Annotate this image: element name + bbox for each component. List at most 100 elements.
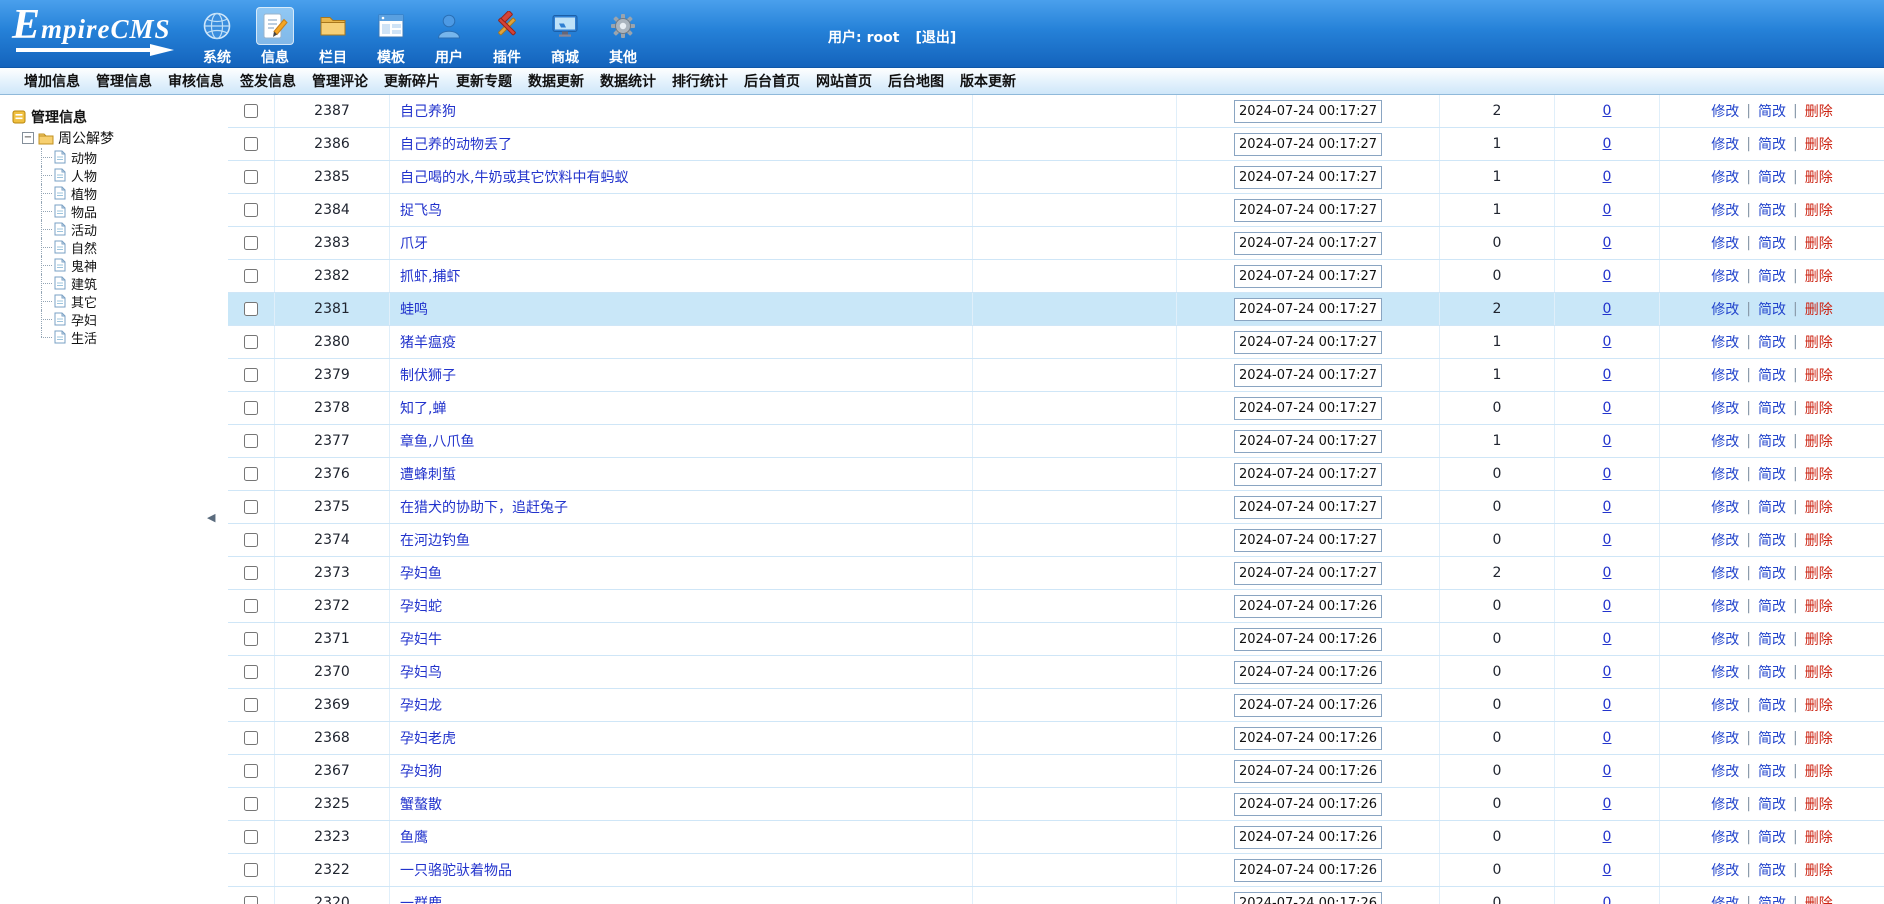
- row-checkbox[interactable]: [244, 434, 258, 448]
- row-title-link[interactable]: 知了,蝉: [400, 398, 446, 418]
- row-date-input[interactable]: [1234, 99, 1382, 123]
- row-quickedit-link[interactable]: 简改: [1758, 860, 1786, 880]
- row-comments-link[interactable]: 0: [1603, 235, 1612, 251]
- row-title-link[interactable]: 孕妇蛇: [400, 596, 442, 616]
- row-delete-link[interactable]: 删除: [1805, 299, 1833, 319]
- nav-item-system[interactable]: 系统: [188, 3, 246, 67]
- row-date-input[interactable]: [1234, 825, 1382, 849]
- row-comments-link[interactable]: 0: [1603, 796, 1612, 812]
- tree-item-category[interactable]: 人物: [39, 166, 228, 185]
- row-date-input[interactable]: [1234, 561, 1382, 585]
- row-date-input[interactable]: [1234, 363, 1382, 387]
- row-checkbox[interactable]: [244, 137, 258, 151]
- row-comments-link[interactable]: 0: [1603, 169, 1612, 185]
- tree-root-manage-info[interactable]: 管理信息: [12, 107, 228, 127]
- row-quickedit-link[interactable]: 简改: [1758, 827, 1786, 847]
- row-quickedit-link[interactable]: 简改: [1758, 266, 1786, 286]
- row-date-input[interactable]: [1234, 231, 1382, 255]
- row-date-input[interactable]: [1234, 495, 1382, 519]
- row-checkbox[interactable]: [244, 368, 258, 382]
- row-date-input[interactable]: [1234, 693, 1382, 717]
- row-edit-link[interactable]: 修改: [1711, 365, 1739, 385]
- tree-item-category[interactable]: 孕妇: [39, 310, 228, 329]
- row-quickedit-link[interactable]: 简改: [1758, 332, 1786, 352]
- row-checkbox[interactable]: [244, 632, 258, 646]
- row-delete-link[interactable]: 删除: [1805, 563, 1833, 583]
- row-title-link[interactable]: 爪牙: [400, 233, 428, 253]
- row-edit-link[interactable]: 修改: [1711, 167, 1739, 187]
- row-quickedit-link[interactable]: 简改: [1758, 134, 1786, 154]
- row-edit-link[interactable]: 修改: [1711, 563, 1739, 583]
- row-comments-link[interactable]: 0: [1603, 301, 1612, 317]
- row-title-link[interactable]: 孕妇龙: [400, 695, 442, 715]
- nav-item-shop[interactable]: 商城: [536, 3, 594, 67]
- row-comments-link[interactable]: 0: [1603, 466, 1612, 482]
- collapse-expander-icon[interactable]: −: [22, 132, 34, 144]
- row-quickedit-link[interactable]: 简改: [1758, 695, 1786, 715]
- row-edit-link[interactable]: 修改: [1711, 398, 1739, 418]
- row-date-input[interactable]: [1234, 264, 1382, 288]
- row-quickedit-link[interactable]: 简改: [1758, 893, 1786, 904]
- logout-link[interactable]: [退出]: [915, 30, 956, 46]
- row-edit-link[interactable]: 修改: [1711, 530, 1739, 550]
- row-checkbox[interactable]: [244, 698, 258, 712]
- row-quickedit-link[interactable]: 简改: [1758, 365, 1786, 385]
- row-quickedit-link[interactable]: 简改: [1758, 167, 1786, 187]
- row-comments-link[interactable]: 0: [1603, 532, 1612, 548]
- row-delete-link[interactable]: 删除: [1805, 860, 1833, 880]
- row-comments-link[interactable]: 0: [1603, 565, 1612, 581]
- row-edit-link[interactable]: 修改: [1711, 101, 1739, 121]
- row-edit-link[interactable]: 修改: [1711, 860, 1739, 880]
- nav-item-template[interactable]: 模板: [362, 3, 420, 67]
- row-title-link[interactable]: 抓虾,捕虾: [400, 266, 460, 286]
- row-delete-link[interactable]: 删除: [1805, 167, 1833, 187]
- row-comments-link[interactable]: 0: [1603, 763, 1612, 779]
- row-edit-link[interactable]: 修改: [1711, 431, 1739, 451]
- row-title-link[interactable]: 一群鹿: [400, 893, 442, 904]
- row-delete-link[interactable]: 删除: [1805, 695, 1833, 715]
- row-title-link[interactable]: 鱼鹰: [400, 827, 428, 847]
- toolbar-item[interactable]: 增加信息: [24, 71, 80, 91]
- tree-item-category[interactable]: 动物: [39, 148, 228, 167]
- row-delete-link[interactable]: 删除: [1805, 431, 1833, 451]
- row-date-input[interactable]: [1234, 198, 1382, 222]
- row-title-link[interactable]: 一只骆驼驮着物品: [400, 860, 512, 880]
- row-quickedit-link[interactable]: 简改: [1758, 101, 1786, 121]
- row-edit-link[interactable]: 修改: [1711, 200, 1739, 220]
- row-delete-link[interactable]: 删除: [1805, 398, 1833, 418]
- row-checkbox[interactable]: [244, 797, 258, 811]
- row-comments-link[interactable]: 0: [1603, 598, 1612, 614]
- row-date-input[interactable]: [1234, 726, 1382, 750]
- nav-item-other[interactable]: 其他: [594, 3, 652, 67]
- row-delete-link[interactable]: 删除: [1805, 893, 1833, 904]
- row-quickedit-link[interactable]: 简改: [1758, 629, 1786, 649]
- empirecms-logo[interactable]: EmpireCMS: [12, 2, 187, 56]
- row-date-input[interactable]: [1234, 429, 1382, 453]
- row-quickedit-link[interactable]: 简改: [1758, 596, 1786, 616]
- tree-item-category[interactable]: 建筑: [39, 274, 228, 293]
- row-quickedit-link[interactable]: 简改: [1758, 233, 1786, 253]
- toolbar-item[interactable]: 后台地图: [888, 71, 944, 91]
- row-title-link[interactable]: 孕妇鸟: [400, 662, 442, 682]
- row-date-input[interactable]: [1234, 297, 1382, 321]
- row-delete-link[interactable]: 删除: [1805, 662, 1833, 682]
- row-edit-link[interactable]: 修改: [1711, 299, 1739, 319]
- row-comments-link[interactable]: 0: [1603, 697, 1612, 713]
- row-checkbox[interactable]: [244, 302, 258, 316]
- row-title-link[interactable]: 在猎犬的协助下，追赶兔子: [400, 497, 568, 517]
- row-title-link[interactable]: 孕妇鱼: [400, 563, 442, 583]
- row-edit-link[interactable]: 修改: [1711, 728, 1739, 748]
- row-quickedit-link[interactable]: 简改: [1758, 563, 1786, 583]
- row-edit-link[interactable]: 修改: [1711, 794, 1739, 814]
- row-quickedit-link[interactable]: 简改: [1758, 497, 1786, 517]
- row-edit-link[interactable]: 修改: [1711, 893, 1739, 904]
- row-checkbox[interactable]: [244, 599, 258, 613]
- row-delete-link[interactable]: 删除: [1805, 629, 1833, 649]
- toolbar-item[interactable]: 版本更新: [960, 71, 1016, 91]
- tree-category-zhougongjiemeng[interactable]: − 周公解梦: [22, 128, 228, 148]
- row-date-input[interactable]: [1234, 594, 1382, 618]
- row-quickedit-link[interactable]: 简改: [1758, 464, 1786, 484]
- row-date-input[interactable]: [1234, 792, 1382, 816]
- row-title-link[interactable]: 自己喝的水,牛奶或其它饮料中有蚂蚁: [400, 167, 628, 187]
- row-edit-link[interactable]: 修改: [1711, 629, 1739, 649]
